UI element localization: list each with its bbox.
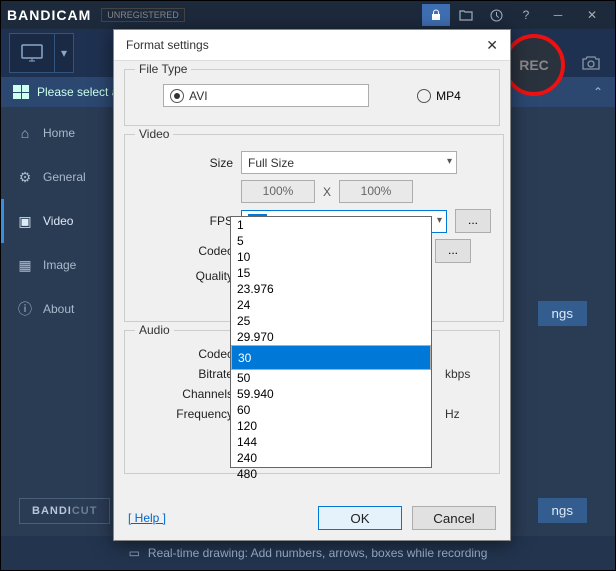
width-percent-input[interactable]: 100% (241, 180, 315, 203)
dialog-close-button[interactable]: ✕ (486, 37, 498, 54)
fps-option[interactable]: 59.940 (231, 386, 431, 402)
minimize-button[interactable]: ─ (541, 1, 575, 29)
target-select-label: Please select a (37, 85, 118, 99)
size-label: Size (137, 156, 233, 170)
fps-label: FPS (137, 214, 233, 228)
fps-more-button[interactable]: ... (455, 209, 491, 233)
size-select[interactable]: Full Size▾ (241, 151, 457, 174)
unregistered-badge: UNREGISTERED (101, 8, 185, 22)
sidebar-item-general[interactable]: ⚙General (1, 155, 107, 199)
fps-option[interactable]: 15 (231, 265, 431, 281)
image-icon: ▦ (17, 257, 33, 274)
audio-codec-label: Codec (137, 347, 233, 361)
screen-mode-button[interactable] (9, 33, 55, 73)
sidebar-item-about[interactable]: ⓘAbout (1, 287, 107, 331)
fps-dropdown-list[interactable]: 15101523.976242529.970305059.94060120144… (230, 216, 432, 468)
sidebar-item-video[interactable]: ▣Video (1, 199, 107, 243)
frequency-unit: Hz (445, 407, 460, 421)
title-bar: BANDICAM UNREGISTERED ? ─ ✕ (1, 1, 615, 29)
bitrate-unit: kbps (445, 367, 470, 381)
chevron-up-icon: ⌃ (593, 85, 603, 99)
grid-icon (13, 85, 29, 99)
fps-option[interactable]: 25 (231, 313, 431, 329)
fps-option[interactable]: 10 (231, 249, 431, 265)
draw-icon: ▭ (129, 546, 140, 560)
codec-label: Codec (137, 244, 233, 258)
sidebar: ⌂Home ⚙General ▣Video ▦Image ⓘAbout (1, 111, 107, 331)
filetype-mp4-radio[interactable]: MP4 (417, 84, 461, 107)
status-text: Real-time drawing: Add numbers, arrows, … (148, 546, 488, 560)
fps-option[interactable]: 240 (231, 450, 431, 466)
channels-label: Channels (137, 387, 233, 401)
height-percent-input[interactable]: 100% (339, 180, 413, 203)
filetype-fieldset: File Type AVI MP4 (124, 69, 500, 126)
fps-option[interactable]: 60 (231, 402, 431, 418)
fps-option[interactable]: 23.976 (231, 281, 431, 297)
cancel-button[interactable]: Cancel (412, 506, 496, 530)
audio-legend: Audio (135, 323, 174, 337)
fps-option[interactable]: 50 (231, 370, 431, 386)
video-settings-button[interactable]: ngs (538, 301, 588, 326)
fps-option[interactable]: 5 (231, 233, 431, 249)
video-legend: Video (135, 127, 173, 141)
audio-settings-button[interactable]: ngs (538, 498, 588, 523)
app-logo: BANDICAM (7, 7, 91, 23)
fps-option[interactable]: 29.970 (231, 329, 431, 345)
bandicut-promo[interactable]: BANDICUT (19, 498, 110, 524)
sidebar-item-home[interactable]: ⌂Home (1, 111, 107, 155)
fps-option[interactable]: 1 (231, 217, 431, 233)
quality-label: Quality (137, 269, 233, 283)
app-window: BANDICAM UNREGISTERED ? ─ ✕ ▾ REC Please… (0, 0, 616, 571)
record-button[interactable]: REC (503, 34, 565, 96)
filetype-avi-radio[interactable]: AVI (163, 84, 369, 107)
mode-dropdown-caret[interactable]: ▾ (55, 33, 74, 73)
close-button[interactable]: ✕ (575, 1, 609, 29)
active-indicator (1, 199, 4, 243)
video-icon: ▣ (17, 213, 33, 230)
clock-icon[interactable] (482, 4, 510, 26)
dialog-title-bar: Format settings ✕ (114, 30, 510, 61)
info-icon: ⓘ (17, 299, 33, 319)
dialog-title: Format settings (126, 38, 209, 52)
x-label: X (323, 185, 331, 199)
fps-option[interactable]: 30 (231, 345, 431, 370)
lock-icon[interactable] (422, 4, 450, 26)
codec-more-button[interactable]: ... (435, 239, 471, 263)
fps-option[interactable]: 480 (231, 466, 431, 482)
gear-icon: ⚙ (17, 169, 33, 186)
sidebar-item-image[interactable]: ▦Image (1, 243, 107, 287)
status-bar: ▭ Real-time drawing: Add numbers, arrows… (1, 536, 615, 570)
fps-option[interactable]: 120 (231, 418, 431, 434)
dialog-button-row: [ Help ] OK Cancel (114, 506, 510, 530)
fps-option[interactable]: 144 (231, 434, 431, 450)
frequency-label: Frequency (137, 407, 233, 421)
folder-icon[interactable] (452, 4, 480, 26)
ok-button[interactable]: OK (318, 506, 402, 530)
home-icon: ⌂ (17, 125, 33, 141)
fps-option[interactable]: 24 (231, 297, 431, 313)
filetype-legend: File Type (135, 62, 191, 76)
bitrate-label: Bitrate (137, 367, 233, 381)
help-icon[interactable]: ? (512, 4, 540, 26)
help-link[interactable]: [ Help ] (128, 511, 166, 525)
camera-icon[interactable] (581, 55, 601, 71)
